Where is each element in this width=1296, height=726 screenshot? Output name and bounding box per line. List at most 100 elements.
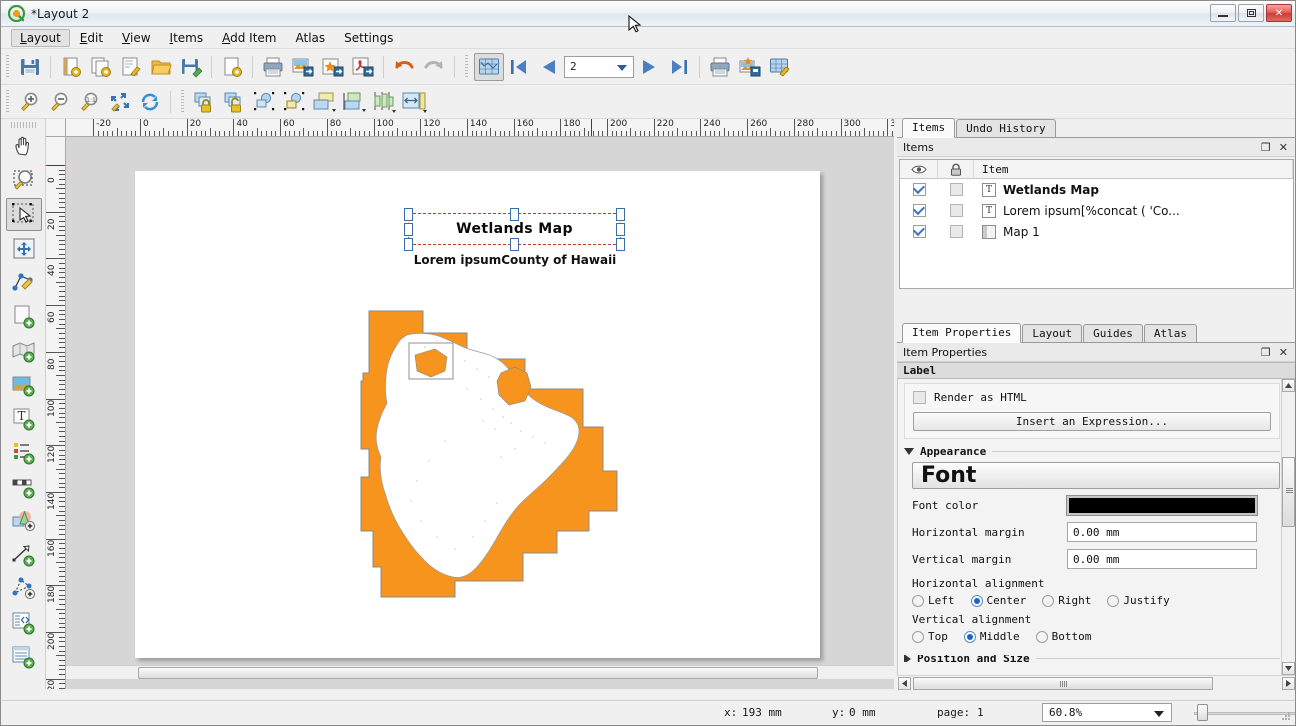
- toolbox-grip[interactable]: [10, 122, 37, 128]
- layout-manager-button[interactable]: [116, 53, 146, 81]
- first-feature-button[interactable]: [504, 53, 534, 81]
- zoom-full-button[interactable]: [105, 88, 135, 116]
- scroll-down-icon[interactable]: [1282, 662, 1295, 675]
- tab-items[interactable]: Items: [902, 118, 956, 138]
- distribute-items-button[interactable]: [400, 88, 430, 116]
- tab-undo-history[interactable]: Undo History: [956, 119, 1056, 137]
- add-node-item-tool[interactable]: [6, 572, 42, 605]
- add-shape-tool[interactable]: [6, 504, 42, 537]
- properties-horizontal-scrollbar[interactable]: [897, 675, 1295, 690]
- export-pdf-button[interactable]: [348, 53, 378, 81]
- resize-grip[interactable]: [1279, 710, 1291, 722]
- insert-expression-button[interactable]: Insert an Expression...: [913, 412, 1271, 431]
- table-row[interactable]: T Wetlands Map: [900, 179, 1293, 200]
- move-item-content-tool[interactable]: [6, 232, 42, 265]
- tab-guides[interactable]: Guides: [1083, 324, 1143, 342]
- items-toolbar-grip[interactable]: [180, 89, 187, 114]
- export-svg-button[interactable]: [318, 53, 348, 81]
- canvas-horizontal-scrollbar[interactable]: [66, 665, 894, 679]
- zoom-actual-button[interactable]: 1:1: [75, 88, 105, 116]
- layout-title-label-item[interactable]: Wetlands Map: [404, 208, 625, 251]
- resize-handle-se[interactable]: [616, 238, 625, 251]
- add-scalebar-tool[interactable]: [6, 470, 42, 503]
- raise-items-button[interactable]: [310, 88, 340, 116]
- properties-vscroll-thumb[interactable]: [1282, 457, 1295, 527]
- layout-map-item[interactable]: [325, 281, 655, 611]
- export-atlas-image-button[interactable]: [735, 53, 765, 81]
- unlock-items-button[interactable]: [220, 88, 250, 116]
- tab-atlas[interactable]: Atlas: [1143, 324, 1197, 342]
- toolbar-grip[interactable]: [5, 54, 12, 79]
- position-section-header[interactable]: Position and Size: [904, 655, 1295, 662]
- canvas-hscroll-thumb[interactable]: [138, 667, 818, 679]
- resize-handle-e[interactable]: [616, 223, 625, 236]
- redo-button[interactable]: [419, 53, 449, 81]
- layout-subtitle-label-item[interactable]: Lorem ipsumCounty of Hawaii: [335, 251, 695, 269]
- layout-page[interactable]: Wetlands Map Lorem ipsumCounty of Hawaii: [135, 171, 820, 658]
- render-as-html-checkbox[interactable]: [913, 391, 926, 404]
- table-row[interactable]: Map 1: [900, 221, 1293, 242]
- duplicate-layout-button[interactable]: [86, 53, 116, 81]
- horizontal-ruler[interactable]: -20 0 20 40 60 80 100 120 140 160 180 200 220 240 260 2…: [66, 119, 894, 137]
- zoom-tool[interactable]: [6, 164, 42, 197]
- halign-justify-radio[interactable]: [1107, 594, 1120, 607]
- menu-view[interactable]: View: [113, 29, 159, 47]
- add-attribute-table-tool[interactable]: [6, 640, 42, 673]
- open-template-button[interactable]: [146, 53, 176, 81]
- lock-items-button[interactable]: [190, 88, 220, 116]
- row-lock-checkbox[interactable]: [949, 204, 963, 217]
- resize-handle-w[interactable]: [404, 223, 413, 236]
- menu-settings[interactable]: Settings: [335, 29, 402, 47]
- next-feature-button[interactable]: [634, 53, 664, 81]
- vertical-margin-input[interactable]: 0.00 mm: [1067, 549, 1257, 569]
- select-move-item-tool[interactable]: [5, 198, 42, 231]
- properties-panel-close-icon[interactable]: ✕: [1279, 347, 1288, 358]
- halign-center-radio[interactable]: [970, 594, 983, 607]
- refresh-view-button[interactable]: [135, 88, 165, 116]
- halign-right-radio[interactable]: [1042, 594, 1055, 607]
- add-map-tool[interactable]: [6, 334, 42, 367]
- scroll-up-icon[interactable]: [1282, 379, 1295, 392]
- print-layout-button[interactable]: [258, 53, 288, 81]
- save-template-button[interactable]: [176, 53, 206, 81]
- scroll-left-icon[interactable]: [898, 677, 911, 690]
- add-legend-tool[interactable]: [6, 436, 42, 469]
- properties-scroll-area[interactable]: Render as HTML Insert an Expression... A…: [897, 379, 1295, 675]
- close-button[interactable]: ✕: [1266, 4, 1292, 22]
- zoom-out-button[interactable]: [45, 88, 75, 116]
- add-page-tool[interactable]: [6, 300, 42, 333]
- atlas-feature-combo[interactable]: 2: [564, 55, 634, 78]
- items-table[interactable]: Item T Wetlands Map T Lorem ipsum[%conca…: [899, 159, 1294, 289]
- font-color-swatch[interactable]: [1066, 495, 1258, 516]
- align-items-button[interactable]: [370, 88, 400, 116]
- edit-nodes-item-tool[interactable]: [6, 266, 42, 299]
- add-html-frame-tool[interactable]: [6, 606, 42, 639]
- zoom-in-button[interactable]: [15, 88, 45, 116]
- vertical-ruler[interactable]: 0 20 40 60 80 100 120 140 160 180 200 220: [46, 137, 66, 689]
- horizontal-margin-input[interactable]: 0.00 mm: [1067, 522, 1257, 542]
- valign-top-radio[interactable]: [912, 630, 924, 643]
- scroll-right-icon[interactable]: [1282, 677, 1295, 690]
- save-project-button[interactable]: [15, 53, 45, 81]
- previous-feature-button[interactable]: [534, 53, 564, 81]
- menu-items[interactable]: Items: [161, 29, 213, 47]
- tab-item-properties[interactable]: Item Properties: [902, 323, 1022, 343]
- resize-handle-n[interactable]: [510, 208, 519, 221]
- navigation-toolbar-grip[interactable]: [5, 89, 12, 114]
- items-panel-close-icon[interactable]: ✕: [1279, 142, 1288, 153]
- properties-vertical-scrollbar[interactable]: [1281, 379, 1295, 675]
- add-picture-tool[interactable]: [6, 368, 42, 401]
- properties-panel-float-icon[interactable]: ❐: [1261, 347, 1271, 358]
- row-lock-checkbox[interactable]: [949, 225, 963, 238]
- menu-layout[interactable]: Layout: [11, 28, 70, 47]
- undo-button[interactable]: [389, 53, 419, 81]
- row-visibility-checkbox[interactable]: [912, 225, 926, 238]
- table-row[interactable]: T Lorem ipsum[%concat ( 'Co...: [900, 200, 1293, 221]
- add-label-tool[interactable]: T: [6, 402, 42, 435]
- group-items-button[interactable]: [250, 88, 280, 116]
- minimize-button[interactable]: [1210, 4, 1236, 22]
- properties-hscroll-thumb[interactable]: [913, 677, 1213, 690]
- resize-handle-ne[interactable]: [616, 208, 625, 221]
- menu-edit[interactable]: Edit: [71, 29, 112, 47]
- menu-atlas[interactable]: Atlas: [286, 29, 334, 47]
